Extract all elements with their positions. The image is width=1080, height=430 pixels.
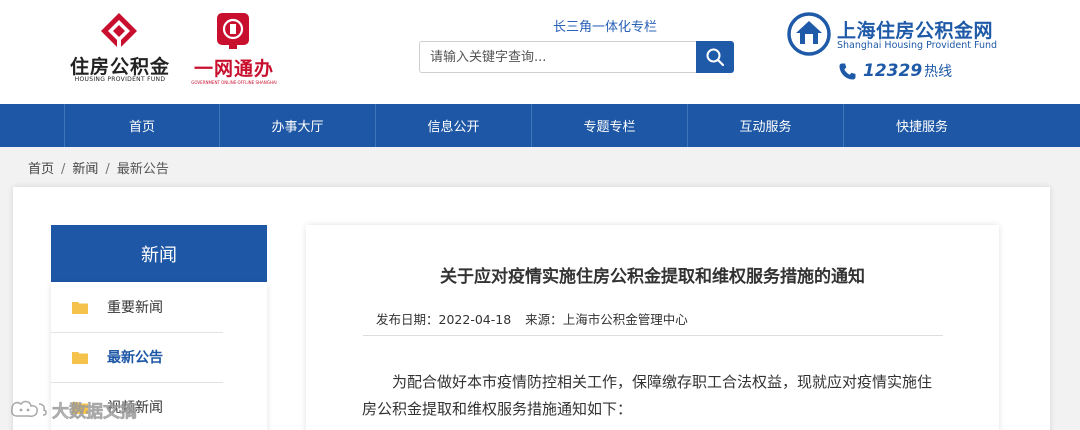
search-icon bbox=[706, 48, 725, 67]
sidebar-item-label: 重要新闻 bbox=[107, 300, 163, 316]
breadcrumb: 首页 / 新闻 / 最新公告 bbox=[28, 158, 169, 177]
sidebar-item-label: 最新公告 bbox=[107, 350, 163, 366]
nav-item-quick-services[interactable]: 快捷服务 bbox=[844, 104, 1000, 147]
breadcrumb-separator: / bbox=[105, 162, 110, 177]
main-nav: 首页 办事大厅 信息公开 专题专栏 互动服务 快捷服务 bbox=[0, 104, 1080, 147]
yiwangtongban-logo[interactable]: 一网通办 GOVERNMENT ONLINE·OFFLINE SHANGHAI bbox=[188, 12, 280, 85]
yiwangtongban-subtitle: GOVERNMENT ONLINE·OFFLINE SHANGHAI bbox=[191, 80, 277, 85]
search-button[interactable] bbox=[696, 41, 734, 73]
search-input[interactable] bbox=[419, 41, 697, 73]
phone-icon bbox=[839, 63, 856, 79]
folder-icon bbox=[72, 351, 88, 364]
hotline-number: 12329 bbox=[863, 61, 923, 81]
nav-item-info-disclosure[interactable]: 信息公开 bbox=[376, 104, 532, 147]
site-header: 住房公积金 HOUSING PROVIDENT FUND 一网通办 GOVERN… bbox=[0, 0, 1080, 104]
article-title: 关于应对疫情实施住房公积金提取和维权服务措施的通知 bbox=[440, 267, 865, 287]
watermark-logo-icon bbox=[11, 400, 47, 417]
hpf-diamond-icon bbox=[101, 13, 137, 49]
watermark: 大数据文摘 bbox=[8, 396, 137, 422]
nav-item-service-hall[interactable]: 办事大厅 bbox=[220, 104, 376, 147]
hotline-label: 热线 bbox=[924, 64, 953, 80]
hpf-logo-title: 住房公积金 bbox=[69, 56, 170, 78]
source-value: 上海市公积金管理中心 bbox=[562, 312, 688, 327]
hotline: 12329 热线 bbox=[838, 60, 952, 82]
folder-icon bbox=[72, 301, 88, 314]
site-logo-subtitle: Shanghai Housing Provident Fund bbox=[837, 40, 998, 51]
nav-item-home[interactable]: 首页 bbox=[64, 104, 220, 147]
article-meta: 发布日期：2022-04-18 来源：上海市公积金管理中心 bbox=[376, 309, 688, 328]
breadcrumb-news[interactable]: 新闻 bbox=[72, 162, 98, 177]
source-label: 来源： bbox=[525, 312, 563, 327]
breadcrumb-home[interactable]: 首页 bbox=[28, 162, 54, 177]
article-divider bbox=[363, 335, 943, 336]
sidebar-title: 新闻 bbox=[51, 225, 267, 282]
site-logo-title: 上海住房公积金网 bbox=[837, 20, 994, 42]
breadcrumb-current: 最新公告 bbox=[116, 162, 169, 177]
nav-item-interactive-services[interactable]: 互动服务 bbox=[688, 104, 844, 147]
watermark-text: 大数据文摘 bbox=[52, 401, 138, 422]
house-logo-icon bbox=[787, 12, 831, 56]
publish-date-label: 发布日期： bbox=[376, 312, 439, 327]
sidebar-item-latest-notices[interactable]: 最新公告 bbox=[51, 332, 267, 382]
article-body: 为配合做好本市疫情防控相关工作，保障缴存职工合法权益，现就应对疫情实施住房公积金… bbox=[362, 373, 933, 418]
yiwangtongban-title: 一网通办 bbox=[193, 58, 274, 80]
sidebar-item-important-news[interactable]: 重要新闻 bbox=[51, 282, 267, 332]
hpf-logo-subtitle: HOUSING PROVIDENT FUND bbox=[74, 76, 166, 83]
nav-item-special-topics[interactable]: 专题专栏 bbox=[532, 104, 688, 147]
housing-provident-fund-logo[interactable]: 住房公积金 HOUSING PROVIDENT FUND bbox=[64, 12, 176, 83]
yiwangtongban-seal-icon bbox=[217, 13, 249, 49]
breadcrumb-separator: / bbox=[61, 162, 66, 177]
site-logo[interactable]: 上海住房公积金网 Shanghai Housing Provident Fund bbox=[787, 12, 1002, 56]
yangtze-delta-link[interactable]: 长三角一体化专栏 bbox=[553, 16, 657, 35]
search-box bbox=[419, 41, 734, 73]
publish-date: 2022-04-18 bbox=[438, 312, 512, 327]
